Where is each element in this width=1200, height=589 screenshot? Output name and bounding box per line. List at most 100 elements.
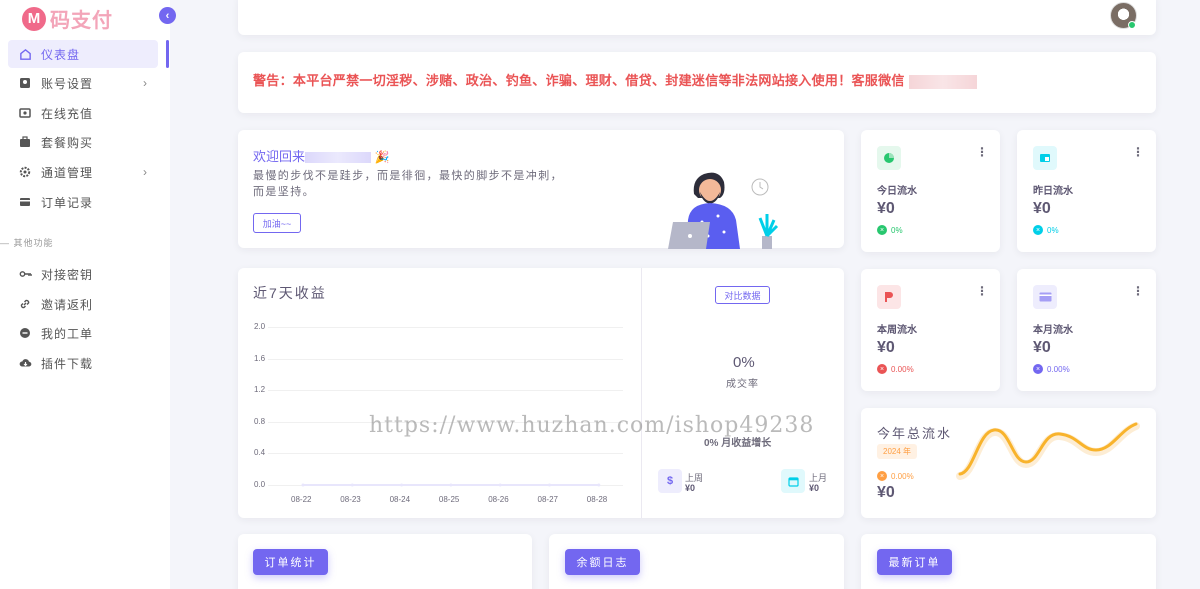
credit-card-icon [1033, 285, 1057, 309]
sidebar-item-label: 账号设置 [41, 76, 94, 91]
chevron-right-icon: › [143, 165, 148, 179]
x-tick-label: 08-26 [488, 495, 509, 504]
arrow-icon: × [877, 364, 887, 374]
link-icon [18, 297, 32, 311]
sidebar-item-label: 我的工单 [41, 326, 94, 341]
cheer-button[interactable]: 加油~~ [253, 213, 301, 233]
online-status-dot [1128, 21, 1136, 29]
balance-log-button[interactable]: 余额日志 [565, 549, 640, 575]
arrow-icon: × [1033, 225, 1043, 235]
today-flow-change: × 0% [877, 225, 903, 235]
data-point [548, 483, 551, 487]
sidebar-item-invite[interactable]: 邀请返利 [8, 290, 158, 318]
chevron-right-icon: › [143, 76, 148, 90]
week-flow-value: ¥0 [877, 339, 895, 356]
arrow-icon: × [1033, 364, 1043, 374]
sidebar-item-apikey[interactable]: 对接密钥 [8, 260, 158, 288]
x-tick-label: 08-22 [291, 495, 312, 504]
sidebar-item-label: 订单记录 [41, 195, 94, 210]
data-point [498, 483, 502, 487]
y-tick-label: 0.0 [254, 480, 266, 489]
order-stats-button[interactable]: 订单统计 [253, 549, 328, 575]
more-options-icon[interactable]: ⋮ [976, 285, 988, 297]
tablet-icon [1033, 146, 1057, 170]
developer-illustration [668, 172, 779, 249]
warning-notice: 警告：本平台严禁一切淫秽、涉赌、政治、钓鱼、诈骗、理财、借贷、封建迷信等非法网站… [253, 70, 977, 89]
calendar-icon [781, 469, 805, 493]
year-flow-value: ¥0 [877, 484, 895, 501]
party-popper-icon: 🎉 [374, 150, 390, 164]
sidebar-item-tickets[interactable]: 我的工单 [8, 319, 158, 347]
conversion-rate-label: 成交率 [726, 379, 759, 390]
gear-icon [18, 165, 32, 179]
sidebar-item-label: 套餐购买 [41, 135, 94, 150]
sidebar-item-orders[interactable]: 订单记录 [8, 188, 158, 216]
sidebar-item-label: 插件下载 [41, 356, 94, 371]
sidebar-item-label: 对接密钥 [41, 267, 94, 282]
last-week-value: ¥0 [685, 483, 696, 493]
sidebar-item-recharge[interactable]: 在线充值 [8, 99, 158, 127]
y-tick-label: 1.6 [254, 353, 266, 363]
wallet-icon [18, 106, 32, 120]
package-icon [18, 135, 32, 149]
arrow-icon: × [877, 471, 887, 481]
chart-title: 近7天收益 [253, 285, 327, 301]
top-navbar [238, 0, 1156, 35]
active-indicator [166, 40, 169, 68]
cloud-download-icon [18, 356, 32, 370]
compare-data-button[interactable]: 对比数据 [715, 286, 770, 304]
data-point [350, 483, 354, 487]
redacted-contact [908, 74, 977, 89]
last-month-value: ¥0 [809, 483, 820, 493]
more-options-icon[interactable]: ⋮ [1132, 146, 1144, 158]
y-tick-label: 1.2 [254, 385, 266, 395]
redacted-username [305, 152, 372, 164]
sidebar-item-dashboard[interactable]: 仪表盘 [8, 40, 158, 68]
data-point [301, 483, 305, 487]
y-tick-label: 0.8 [254, 416, 266, 426]
more-options-icon[interactable]: ⋮ [1132, 285, 1144, 297]
x-tick-label: 08-28 [586, 495, 608, 504]
month-flow-value: ¥0 [1033, 339, 1051, 356]
year-flow-change: × 0.00% [877, 471, 914, 481]
today-flow-value: ¥0 [877, 200, 895, 217]
x-tick-label: 08-25 [438, 495, 460, 504]
pie-chart-icon [877, 146, 901, 170]
chart-divider [641, 268, 642, 518]
week-flow-change: × 0.00% [877, 364, 914, 374]
message-icon [18, 326, 32, 340]
y-tick-label: 2.0 [254, 322, 266, 331]
year-flow-label: 今年总流水 [877, 426, 953, 441]
sidebar-item-package[interactable]: 套餐购买 [8, 128, 158, 156]
sidebar-item-label: 邀请返利 [41, 297, 94, 312]
data-point [449, 483, 453, 487]
sidebar-item-channel[interactable]: 通道管理 › [8, 158, 158, 186]
yesterday-flow-change: × 0% [1033, 225, 1059, 235]
arrow-icon: × [877, 225, 887, 235]
sidebar-section-title: — 其他功能 [0, 238, 54, 248]
data-point [597, 483, 601, 487]
dollar-icon: $ [658, 469, 682, 493]
sidebar-item-account[interactable]: 账号设置 › [8, 69, 158, 97]
revenue-line-chart [301, 483, 601, 487]
app-name: 码支付 [50, 10, 113, 32]
logo[interactable]: M 码支付 [22, 4, 113, 33]
x-tick-label: 08-23 [340, 495, 361, 504]
key-icon [18, 267, 32, 281]
more-options-icon[interactable]: ⋮ [976, 146, 988, 158]
collapse-sidebar-icon[interactable]: ‹ [159, 7, 176, 24]
x-tick-label: 08-27 [537, 495, 558, 504]
y-tick-label: 0.4 [254, 448, 266, 458]
latest-orders-button[interactable]: 最新订单 [877, 549, 952, 575]
sidebar-item-plugins[interactable]: 插件下载 [8, 349, 158, 377]
watermark: https://www.huzhan.com/ishop49238 [369, 413, 815, 438]
x-tick-label: 08-24 [389, 495, 411, 504]
yesterday-flow-value: ¥0 [1033, 200, 1051, 217]
logo-icon: M [22, 6, 46, 31]
yesterday-flow-label: 昨日流水 [1033, 186, 1073, 197]
year-trend-sparkline [956, 422, 1140, 480]
sidebar-item-label: 通道管理 [41, 165, 94, 180]
month-flow-change: × 0.00% [1033, 364, 1070, 374]
week-flow-label: 本周流水 [877, 325, 917, 336]
account-icon [18, 76, 32, 90]
